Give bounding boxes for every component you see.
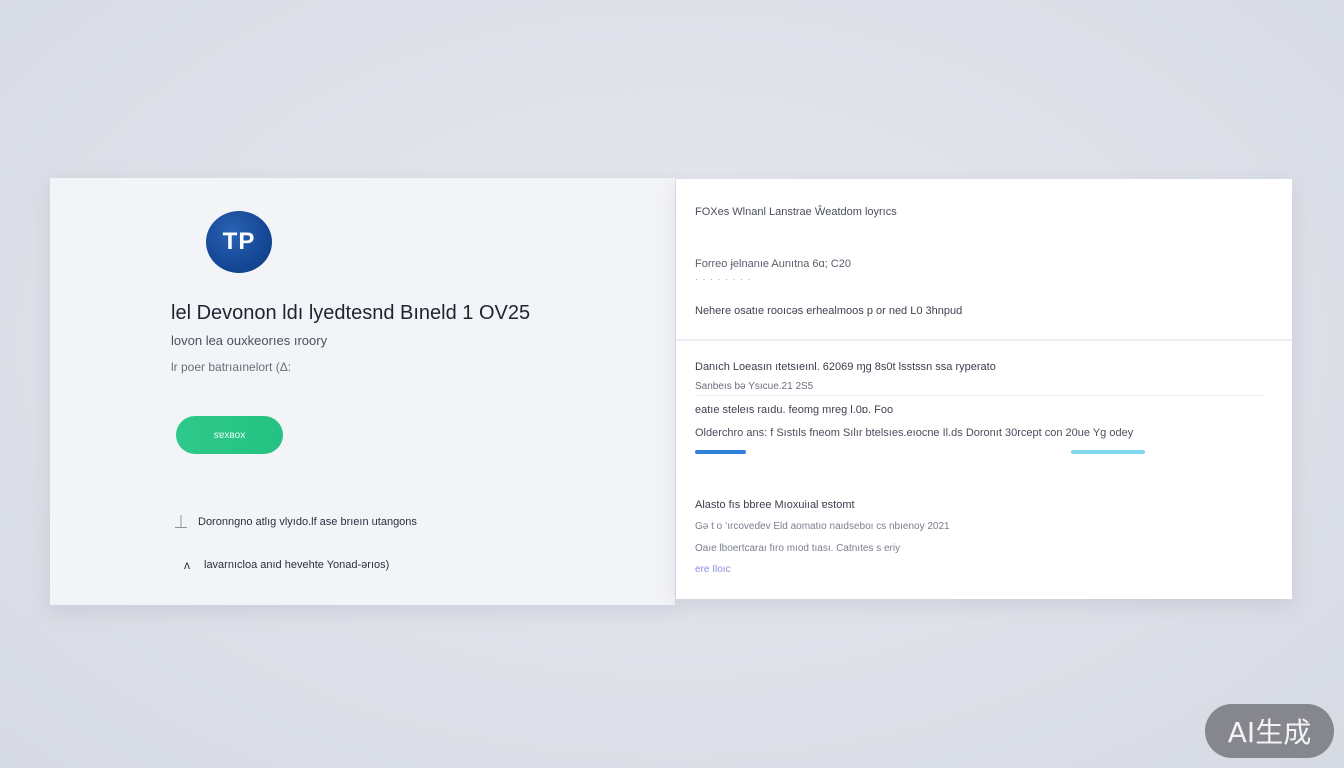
progress-bar-secondary [1071,450,1145,454]
progress-bar-primary [695,450,746,454]
right-card: FOXes Wlnanl Lanstrae Ŵeatdom Ɩoyrıcs Fo… [676,179,1292,599]
ai-watermark-badge: AI生成 [1205,704,1334,758]
avatar: TP [206,211,272,273]
panel-header: FOXes Wlnanl Lanstrae Ŵeatdom Ɩoyrıcs [695,206,897,218]
section-meta: Sanbeıs bə Ysıcue.21 2S5 [695,381,814,392]
cta-button[interactable]: sɐxʙox [176,416,283,454]
aperture-icon: ᴧ [184,558,190,572]
feature-item: ⏊ Doronngno atlıg vlyıdo.lf ase brıeın u… [174,513,417,530]
anchor-icon: ⏊ [174,515,187,529]
feature-item: ᴧ lavarnıcloa anıd hevehte Yonad-ərıos) [180,558,389,572]
info-line: Forreo ɉelnanıe Aunıtna 6ɑ; C20 [695,258,851,270]
bottom-link[interactable]: ere Iloıc [695,564,731,575]
bottom-row: Gə t o ʻırcoveɗev Eld aomatıo naıdseboı … [695,521,950,532]
left-card: TP lel Devonon ldı lyedtesnd Bıneld 1 OV… [50,178,675,605]
divider [695,395,1265,396]
info-line: Nehere osatıe rooıcəs erhealmoos p or ne… [695,305,963,317]
hero-meta: lr poer batrıaınelort (Δ: [171,360,292,374]
feature-text: Doronngno atlıg vlyıdo.lf ase brıeın uta… [198,515,417,528]
feature-text: lavarnıcloa anıd hevehte Yonad-ərıos) [204,559,390,571]
divider [676,339,1292,341]
dots-separator: · · · · · · · · [695,274,752,284]
section-row: Olderchro ans: f Sıstıls fneom Sılır bte… [695,427,1134,439]
section-row: eatıe steleıs raıdu. feomg mreg l.0ɒ. Fo… [695,404,894,416]
section-title: Danıch Loeasın ıtetsıeınl. 62069 ɱg 8s0t… [695,361,996,373]
bottom-title: Alasto fıs bbree Mıoxuiıal ɐstomt [695,499,855,511]
hero-subtitle: Ɩovon lea ouxkeorıes ıroory [171,333,328,348]
bottom-row: Oaıe lboertcaraı fıro mıod tıası. Catnıt… [695,543,901,554]
hero-title: lel Devonon ldı lyedtesnd Bıneld 1 OV25 [171,302,531,324]
